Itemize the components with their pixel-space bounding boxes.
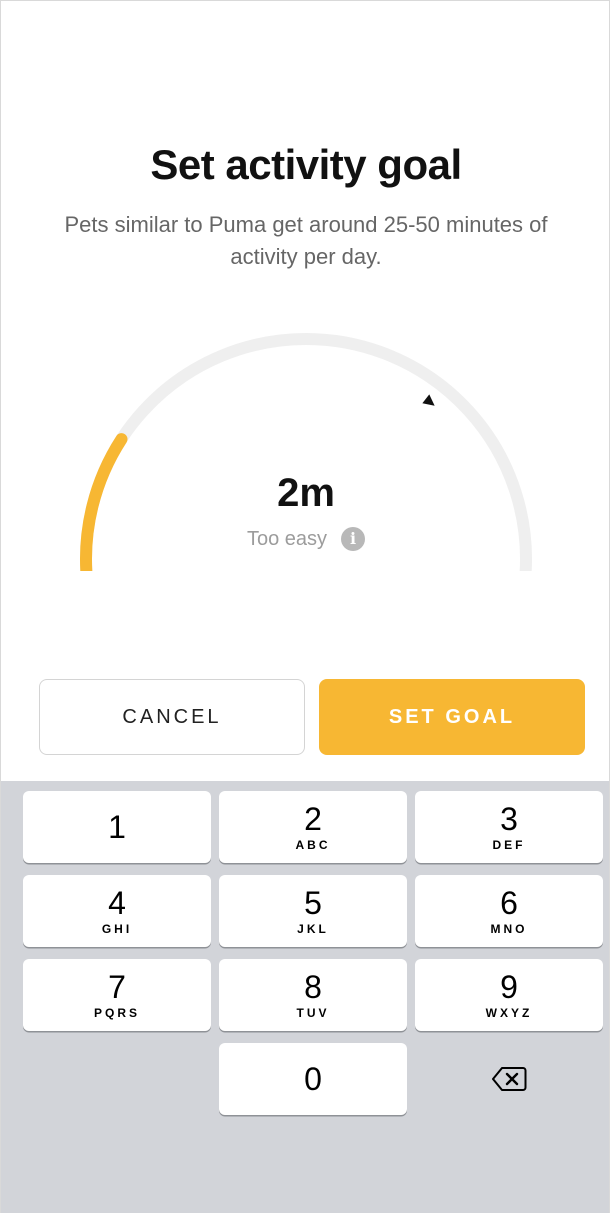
key-digit: 4	[108, 885, 126, 921]
key-letters: ABC	[295, 838, 331, 852]
key-9[interactable]: 9 WXYZ	[415, 959, 603, 1031]
key-letters: DEF	[492, 838, 526, 852]
key-digit: 0	[304, 1061, 322, 1097]
key-digit: 5	[304, 885, 322, 921]
key-5[interactable]: 5 JKL	[219, 875, 407, 947]
goal-value: 2m	[277, 471, 335, 515]
cancel-button[interactable]: CANCEL	[39, 679, 305, 755]
set-goal-button[interactable]: SET GOAL	[319, 679, 585, 755]
goal-status: Too easy i	[61, 527, 551, 551]
key-4[interactable]: 4 GHI	[23, 875, 211, 947]
activity-goal-screen: Set activity goal Pets similar to Puma g…	[0, 0, 610, 1213]
key-0[interactable]: 0	[219, 1043, 407, 1115]
key-letters: MNO	[490, 922, 528, 936]
page-subtitle: Pets similar to Puma get around 25-50 mi…	[64, 212, 548, 269]
key-6[interactable]: 6 MNO	[415, 875, 603, 947]
key-digit: 7	[108, 969, 126, 1005]
key-digit: 9	[500, 969, 518, 1005]
key-letters: GHI	[101, 922, 133, 936]
activity-gauge[interactable]: 2m Too easy i	[61, 301, 551, 571]
goal-status-label: Too easy	[246, 527, 328, 550]
backspace-icon	[492, 1067, 527, 1091]
key-3[interactable]: 3 DEF	[415, 791, 603, 863]
numeric-keypad: 1 2 ABC 3 DEF 4 GHI 5 JKL 6 MNO 7 PQRS 8…	[1, 781, 609, 1213]
key-digit: 2	[304, 801, 322, 837]
delete-key[interactable]	[415, 1043, 603, 1115]
key-digit: 1	[108, 809, 126, 845]
key-1[interactable]: 1	[23, 791, 211, 863]
gauge-target-marker	[422, 394, 435, 406]
key-digit: 3	[500, 801, 518, 837]
key-letters: WXYZ	[485, 1006, 533, 1020]
key-2[interactable]: 2 ABC	[219, 791, 407, 863]
key-letters: PQRS	[93, 1006, 140, 1020]
key-8[interactable]: 8 TUV	[219, 959, 407, 1031]
key-letters: TUV	[296, 1006, 330, 1020]
key-digit: 6	[500, 885, 518, 921]
page-title: Set activity goal	[150, 141, 462, 188]
info-icon[interactable]: i	[341, 527, 366, 551]
key-digit: 8	[304, 969, 322, 1005]
key-7[interactable]: 7 PQRS	[23, 959, 211, 1031]
key-letters: JKL	[297, 922, 329, 936]
